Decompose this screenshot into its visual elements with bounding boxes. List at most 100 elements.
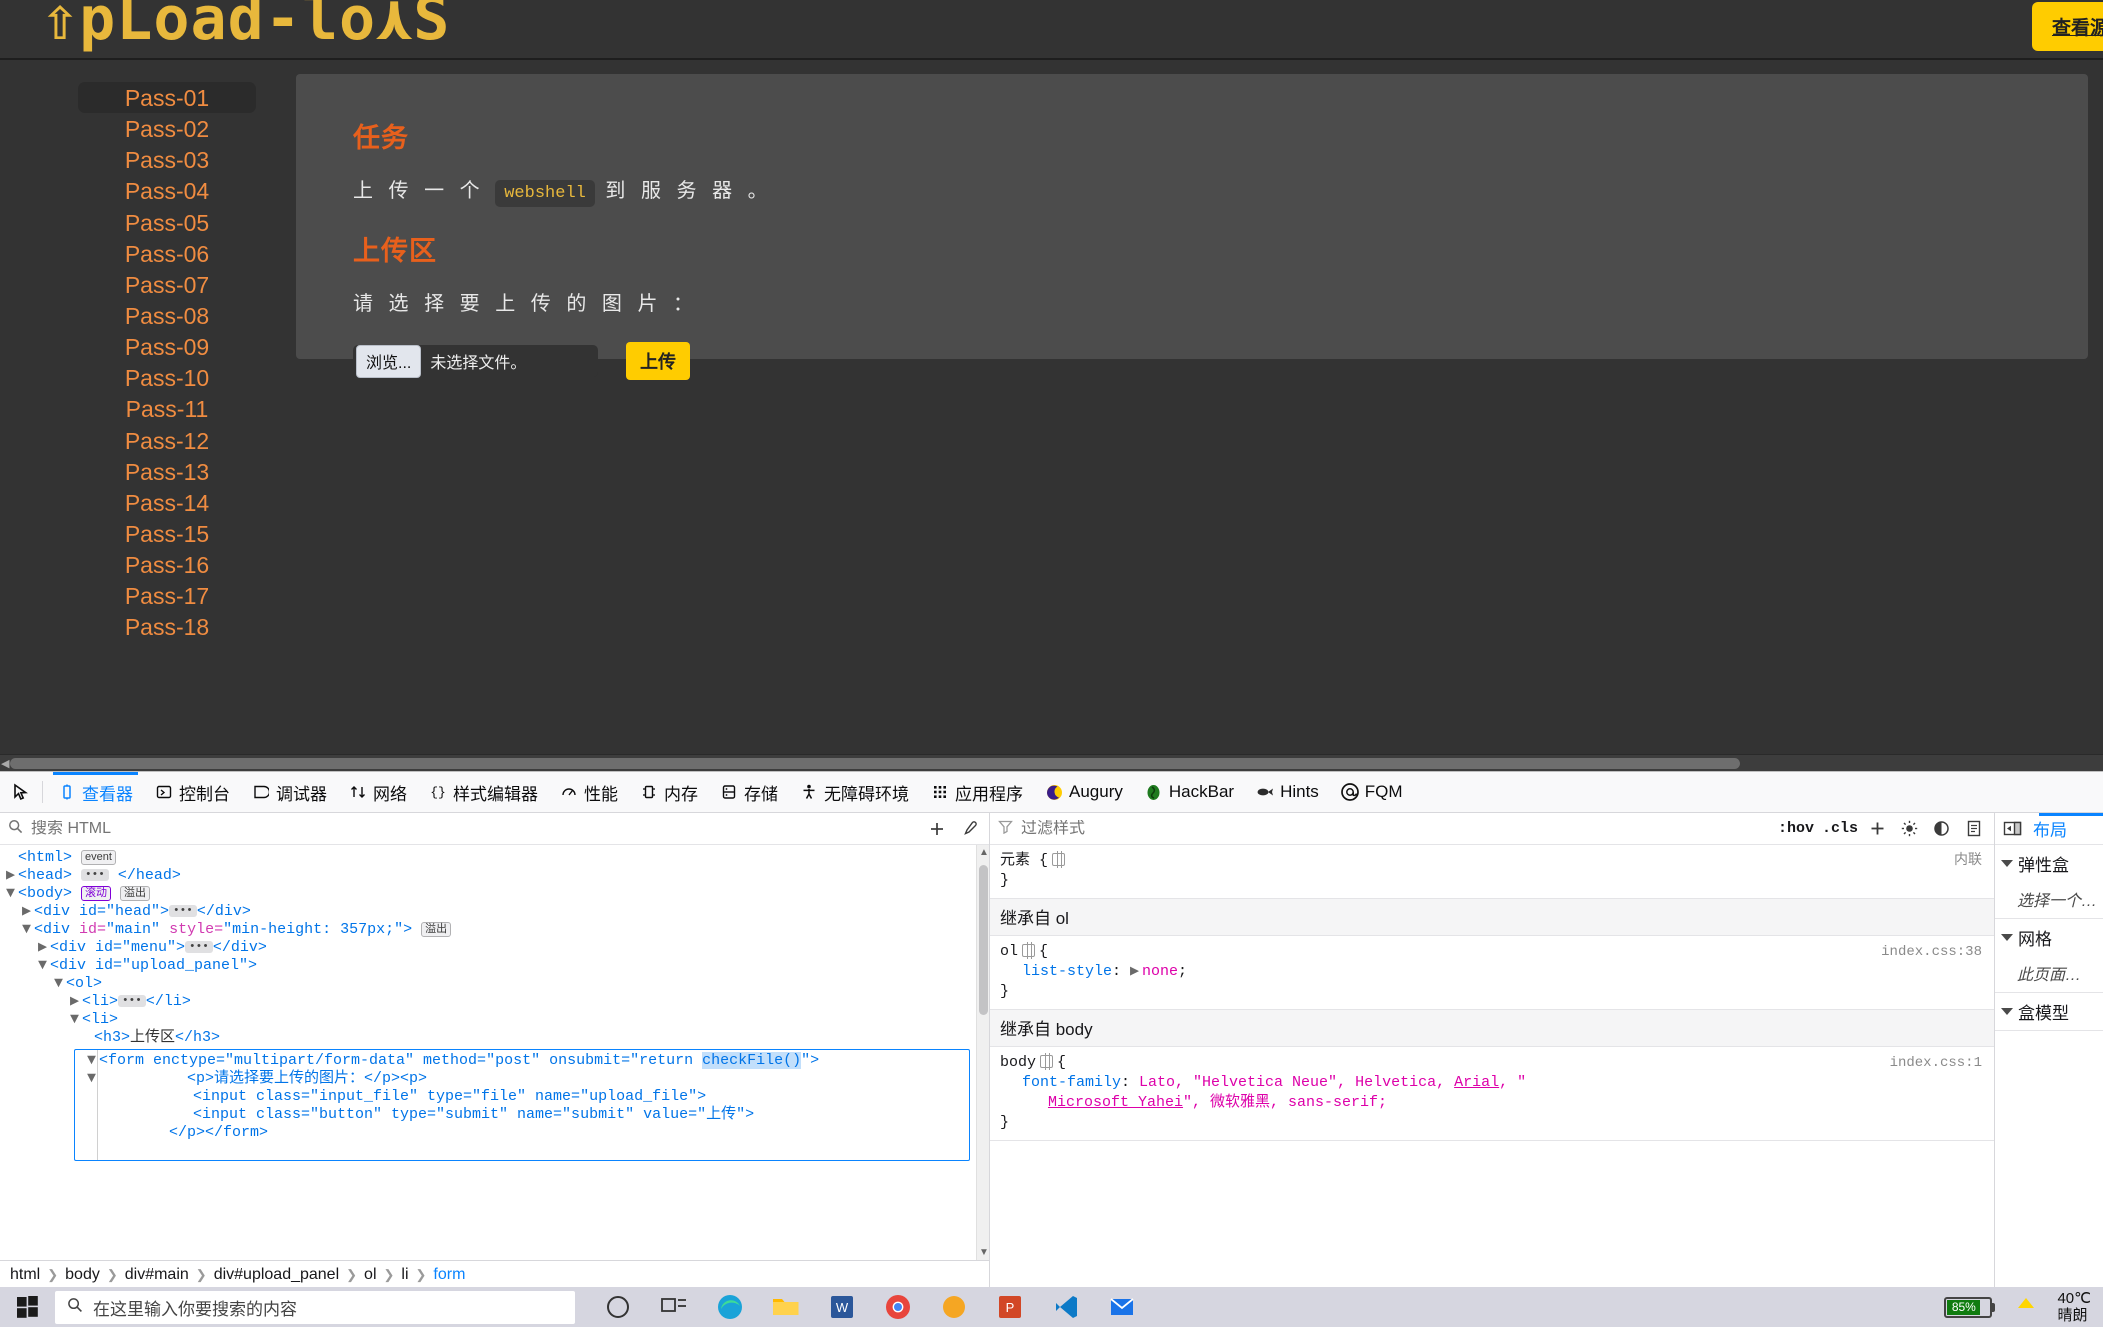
chevron-down-icon[interactable] <box>2000 934 2013 941</box>
menu-item-pass-03[interactable]: Pass-03 <box>78 144 256 175</box>
devtools-tab-hackbar[interactable]: HackBar <box>1134 772 1245 812</box>
breadcrumb-item-form[interactable]: form <box>433 1266 465 1284</box>
menu-item-pass-15[interactable]: Pass-15 <box>78 518 256 549</box>
rule-element[interactable]: 元素 { 内联 } <box>989 845 1994 899</box>
devtools-tab-fqm[interactable]: FQM <box>1330 772 1414 812</box>
collapsed-content-icon[interactable]: ••• <box>185 941 213 953</box>
menu-item-pass-10[interactable]: Pass-10 <box>78 362 256 393</box>
powerpoint-icon[interactable]: P <box>995 1292 1025 1322</box>
ol-property-name[interactable]: list-style <box>1000 963 1112 980</box>
menu-item-pass-08[interactable]: Pass-08 <box>78 300 256 331</box>
menu-item-pass-13[interactable]: Pass-13 <box>78 456 256 487</box>
menu-item-pass-07[interactable]: Pass-07 <box>78 269 256 300</box>
flexbox-header[interactable]: 弹性盒 <box>1995 845 2103 882</box>
devtools-tab-debugger[interactable]: 调试器 <box>241 772 338 812</box>
hover-toggle-button[interactable]: :hov <box>1778 820 1814 837</box>
menu-item-pass-17[interactable]: Pass-17 <box>78 580 256 611</box>
ol-rule-selector[interactable]: ol <box>1000 943 1018 960</box>
rule-toggle-icon[interactable] <box>1052 851 1065 868</box>
chevron-down-icon[interactable] <box>2000 860 2013 867</box>
dom-node-body[interactable]: ▼ <body> 滚动 溢出 <box>6 885 976 903</box>
browse-button[interactable]: 浏览... <box>356 344 422 378</box>
chevron-down-icon[interactable] <box>2000 1008 2013 1015</box>
rule-toggle-icon[interactable] <box>1022 942 1035 959</box>
add-rule-icon[interactable] <box>1866 817 1890 841</box>
edge-browser-icon[interactable] <box>715 1292 745 1322</box>
mail-icon[interactable] <box>1107 1292 1137 1322</box>
rule-ol[interactable]: ol{ index.css:38 list-style: ▶ none; } <box>989 936 1994 1010</box>
devtools-tab-inspector[interactable]: 查看器 <box>47 772 144 812</box>
dom-node-head[interactable]: ▶ <head> ••• </head> <box>6 867 976 885</box>
menu-item-pass-05[interactable]: Pass-05 <box>78 207 256 238</box>
dom-tree[interactable]: <html> event ▶ <head> ••• </head> ▼ <body>… <box>0 845 976 1260</box>
cortana-icon[interactable] <box>603 1292 633 1322</box>
body-value-arial[interactable]: Arial <box>1454 1074 1499 1091</box>
scroll-left-arrow-icon[interactable]: ◀ <box>1 757 9 770</box>
search-input[interactable] <box>31 819 917 838</box>
class-toggle-button[interactable]: .cls <box>1822 820 1858 837</box>
print-styles-icon[interactable] <box>1962 817 1986 841</box>
scroll-down-arrow-icon[interactable]: ▼ <box>979 1247 989 1258</box>
twisty-closed-icon[interactable]: ▶ <box>6 867 18 885</box>
body-rule-source[interactable]: index.css:1 <box>1890 1053 1982 1073</box>
twisty-open-icon[interactable]: ▼ <box>6 885 18 903</box>
grid-header[interactable]: 网格 <box>1995 919 2103 956</box>
eyedropper-icon[interactable] <box>957 817 981 841</box>
dom-node-li-collapsed[interactable]: ▶ <li> ••• </li> <box>6 993 976 1011</box>
dom-node-div-main[interactable]: ▼ <div id="main" style="min-height: 357px… <box>6 921 976 939</box>
html-search-bar[interactable] <box>0 813 989 845</box>
start-button[interactable] <box>0 1296 55 1318</box>
view-source-button[interactable]: 查看源码 <box>2031 2 2103 51</box>
menu-item-pass-09[interactable]: Pass-09 <box>78 331 256 362</box>
collapsed-content-icon[interactable]: ••• <box>118 995 146 1007</box>
vscode-icon[interactable] <box>1051 1292 1081 1322</box>
battery-indicator[interactable]: 85% <box>1944 1296 1996 1318</box>
body-property-name[interactable]: font-family <box>1000 1074 1121 1091</box>
dom-tree-scrollbar[interactable]: ▲ ▼ <box>975 845 989 1260</box>
element-picker-icon[interactable] <box>4 782 38 802</box>
ol-rule-source[interactable]: index.css:38 <box>1881 942 1982 962</box>
dom-node-h3[interactable]: <h3><h3>上传区</h3>上传区</h3> <box>6 1029 976 1047</box>
dom-scroll-thumb[interactable] <box>978 865 988 1015</box>
dom-node-div-menu[interactable]: ▶ <div id="menu"> ••• </div> <box>6 939 976 957</box>
weather-icon[interactable] <box>2011 1292 2041 1322</box>
taskbar-search[interactable]: 在这里输入你要搜索的内容 <box>55 1290 575 1324</box>
ol-property-value[interactable]: none <box>1142 963 1178 980</box>
css-rules-list[interactable]: 元素 { 内联 } 继承自 ol ol { index.css:38 list-s… <box>989 845 1994 1288</box>
taskbar-weather-text[interactable]: 40℃ 晴朗 <box>2057 1290 2091 1324</box>
body-value-part1[interactable]: Lato, "Helvetica Neue", Helvetica, <box>1139 1074 1454 1091</box>
dom-node-div-upload-panel[interactable]: ▼ <div id="upload_panel"> <box>6 957 976 975</box>
menu-item-pass-14[interactable]: Pass-14 <box>78 487 256 518</box>
dom-node-li-expanded[interactable]: ▼ <li> <box>6 1011 976 1029</box>
sogou-icon[interactable] <box>939 1292 969 1322</box>
dom-node-div-head[interactable]: ▶ <div id="head"> ••• </div> <box>6 903 976 921</box>
box-model-header[interactable]: 盒模型 <box>1995 993 2103 1030</box>
menu-item-pass-01[interactable]: Pass-01 <box>78 82 256 114</box>
menu-item-pass-06[interactable]: Pass-06 <box>78 238 256 269</box>
devtools-tab-augury[interactable]: Augury <box>1034 772 1134 812</box>
rule-toggle-icon[interactable] <box>1040 1053 1053 1070</box>
breadcrumb-item-div-upload_panel[interactable]: div#upload_panel <box>214 1266 339 1284</box>
rule-body[interactable]: body{ index.css:1 font-family: Lato, "He… <box>989 1047 1994 1141</box>
menu-item-pass-18[interactable]: Pass-18 <box>78 611 256 642</box>
layout-tab-label[interactable]: 布局 <box>2033 816 2067 841</box>
page-horizontal-scrollbar[interactable]: ◀ <box>0 754 2103 771</box>
upload-submit-button[interactable]: 上传 <box>626 342 690 380</box>
devtools-tab-performance[interactable]: 性能 <box>549 772 629 812</box>
dark-scheme-icon[interactable] <box>1930 817 1954 841</box>
menu-item-pass-12[interactable]: Pass-12 <box>78 425 256 456</box>
devtools-tab-memory[interactable]: 内存 <box>629 772 709 812</box>
devtools-tab-network[interactable]: 网络 <box>338 772 418 812</box>
breadcrumb-item-li[interactable]: li <box>401 1266 408 1284</box>
toggle-sidebar-icon[interactable] <box>2001 817 2025 841</box>
word-icon[interactable]: W <box>827 1292 857 1322</box>
devtools-tab-hints[interactable]: Hints <box>1245 772 1330 812</box>
scroll-up-arrow-icon[interactable]: ▲ <box>979 847 989 858</box>
file-input[interactable]: 浏览... 未选择文件。 <box>353 344 598 378</box>
menu-item-pass-11[interactable]: Pass-11 <box>78 393 256 424</box>
light-scheme-icon[interactable] <box>1898 817 1922 841</box>
expand-value-icon[interactable]: ▶ <box>1130 962 1142 982</box>
body-value-part3[interactable]: ", 微软雅黑, sans-serif; <box>1183 1094 1387 1111</box>
dom-node-html[interactable]: <html> event <box>6 849 976 867</box>
menu-item-pass-02[interactable]: Pass-02 <box>78 113 256 144</box>
